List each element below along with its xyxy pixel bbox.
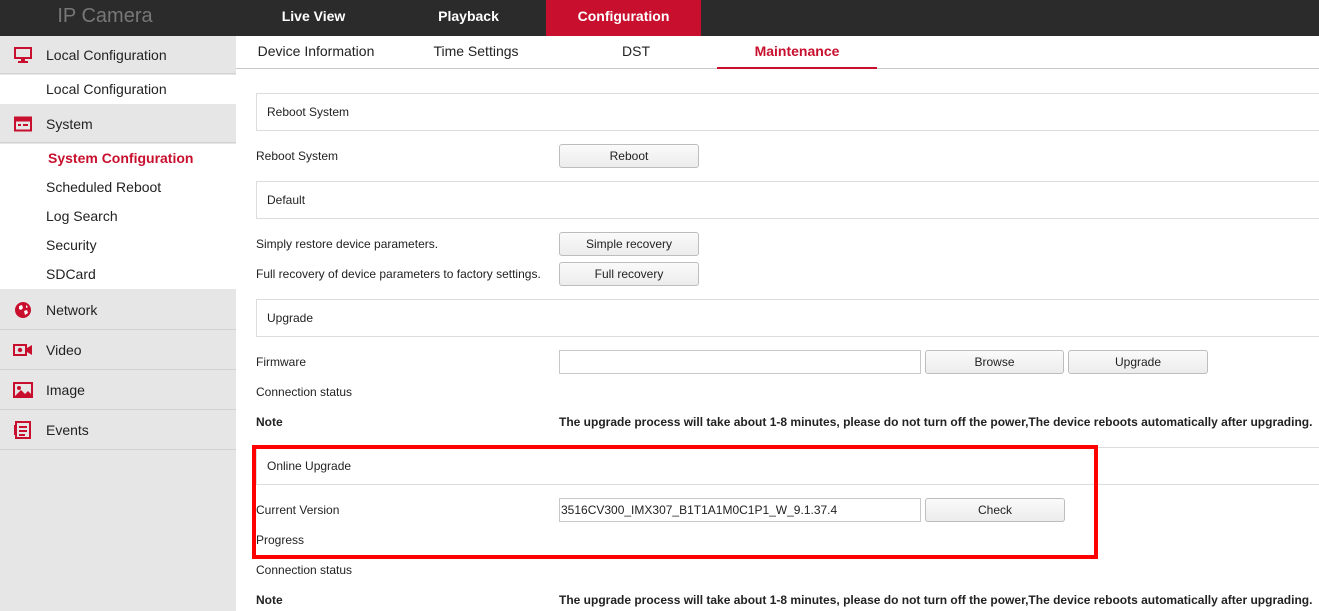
section-header-upgrade: Upgrade	[256, 299, 1319, 337]
sidebar-group-system[interactable]: System	[0, 105, 236, 143]
sidebar-group-label: Image	[46, 381, 85, 398]
video-camera-icon	[0, 343, 46, 357]
upgrade-note-text: The upgrade process will take about 1-8 …	[559, 415, 1313, 429]
sidebar-group-label: Network	[46, 301, 98, 318]
top-nav: Live View Playback Configuration	[236, 0, 701, 36]
reboot-button[interactable]: Reboot	[559, 144, 699, 168]
note-label: Note	[256, 415, 283, 429]
tab-device-information[interactable]: Device Information	[236, 36, 396, 69]
sidebar-group-local-configuration[interactable]: Local Configuration	[0, 36, 236, 74]
image-icon	[0, 381, 46, 398]
online-connection-status-label: Connection status	[256, 563, 353, 577]
firmware-label: Firmware	[256, 355, 306, 369]
nav-live-view[interactable]: Live View	[236, 0, 391, 36]
monitor-icon	[0, 46, 46, 63]
config-tabs: Device Information Time Settings DST Mai…	[236, 36, 1319, 69]
tab-time-settings[interactable]: Time Settings	[396, 36, 556, 69]
app-title: IP Camera	[57, 5, 153, 27]
full-recovery-button[interactable]: Full recovery	[559, 262, 699, 286]
upgrade-button[interactable]: Upgrade	[1068, 350, 1208, 374]
simple-recovery-button[interactable]: Simple recovery	[559, 232, 699, 256]
sidebar-group-image[interactable]: Image	[0, 370, 236, 410]
tab-dst[interactable]: DST	[556, 36, 716, 69]
browse-button[interactable]: Browse	[925, 350, 1064, 374]
sidebar-group-network[interactable]: Network	[0, 290, 236, 330]
top-bar: IP Camera Live View Playback Configurati…	[0, 0, 1319, 36]
system-window-icon	[0, 116, 46, 132]
nav-playback[interactable]: Playback	[391, 0, 546, 36]
sidebar-group-video[interactable]: Video	[0, 330, 236, 370]
section-header-default: Default	[256, 181, 1319, 219]
sidebar-group-label: System	[46, 115, 93, 132]
sidebar-group-label: Video	[46, 341, 82, 358]
sidebar-item-scheduled-reboot[interactable]: Scheduled Reboot	[0, 173, 236, 202]
simple-recovery-label: Simply restore device parameters.	[256, 237, 439, 251]
sidebar-item-local-configuration[interactable]: Local Configuration	[0, 75, 236, 104]
sidebar: Local Configuration Local Configuration …	[0, 36, 236, 611]
sidebar-item-security[interactable]: Security	[0, 231, 236, 260]
online-upgrade-highlight-box	[252, 445, 1098, 559]
events-list-icon	[0, 420, 46, 439]
sidebar-group-label: Local Configuration	[46, 46, 167, 63]
section-header-reboot: Reboot System	[256, 93, 1319, 131]
sidebar-group-events[interactable]: Events	[0, 410, 236, 450]
full-recovery-label: Full recovery of device parameters to fa…	[256, 267, 541, 281]
sidebar-item-log-search[interactable]: Log Search	[0, 202, 236, 231]
sidebar-group-label: Events	[46, 421, 89, 438]
firmware-path-input[interactable]	[559, 350, 921, 374]
online-upgrade-note-text: The upgrade process will take about 1-8 …	[559, 593, 1313, 607]
reboot-label: Reboot System	[256, 149, 339, 163]
nav-configuration[interactable]: Configuration	[546, 0, 701, 36]
tab-maintenance[interactable]: Maintenance	[717, 36, 877, 69]
sidebar-item-sdcard[interactable]: SDCard	[0, 260, 236, 289]
globe-icon	[0, 301, 46, 319]
online-note-label: Note	[256, 593, 283, 607]
sidebar-item-system-configuration[interactable]: System Configuration	[0, 144, 236, 173]
connection-status-label: Connection status	[256, 385, 353, 399]
